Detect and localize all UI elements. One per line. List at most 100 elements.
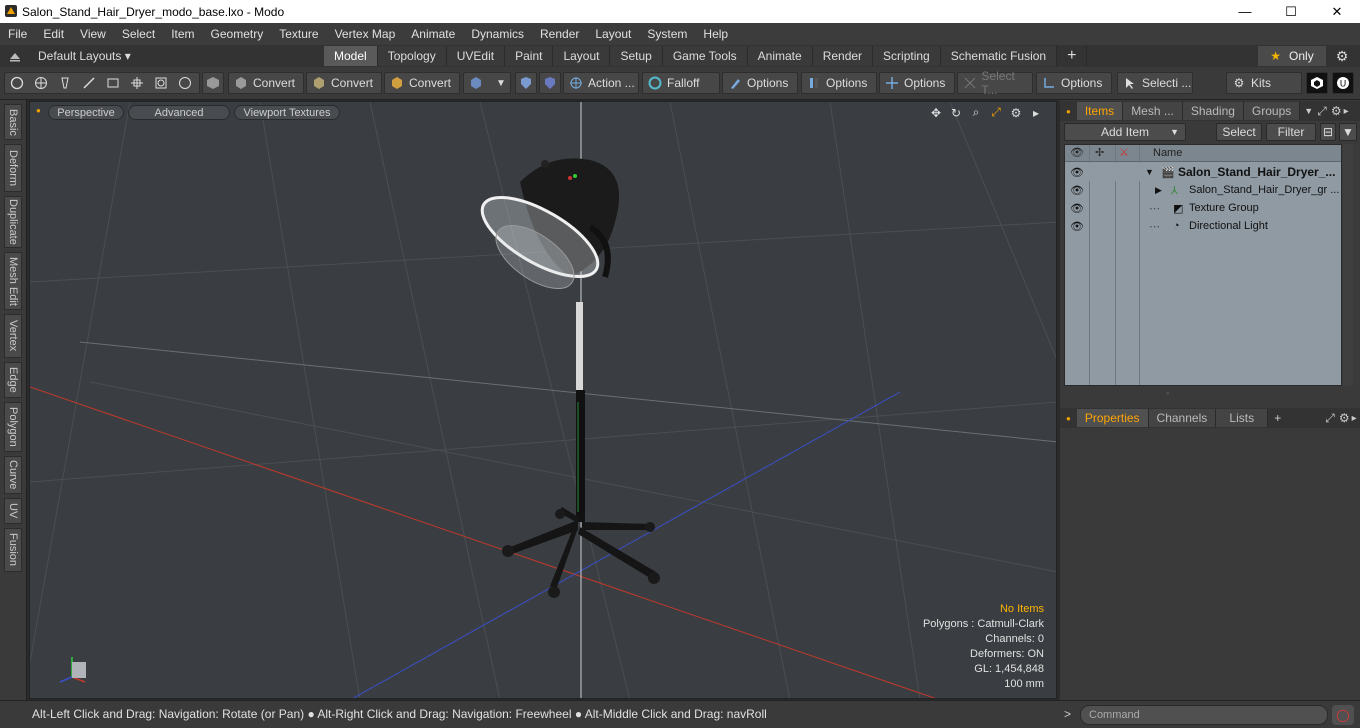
menu-render[interactable]: Render — [532, 27, 587, 41]
tab-render[interactable]: Render — [812, 46, 874, 66]
resize-handle-icon[interactable]: ◦ — [1166, 388, 1169, 398]
mesh-dropdown-button[interactable]: ▼ — [463, 72, 511, 94]
tab-setup[interactable]: Setup — [610, 46, 663, 66]
maximize-button[interactable]: ☐ — [1268, 0, 1314, 23]
tree-row[interactable]: 👁 ▼ 🎬 Salon_Stand_Hair_Dryer_... — [1065, 163, 1341, 181]
panel-menu-dot-icon[interactable]: ● — [1066, 107, 1071, 116]
tab-groups[interactable]: Groups — [1243, 102, 1301, 120]
add-tab-button[interactable]: + — [1057, 46, 1088, 66]
pivot-mode-icon[interactable] — [177, 75, 193, 91]
unity-button[interactable] — [1306, 72, 1328, 94]
tab-curve[interactable]: Curve — [4, 456, 22, 494]
filter-button[interactable]: Filter — [1266, 123, 1316, 141]
convert-button-3[interactable]: Convert — [384, 72, 460, 94]
tab-animate[interactable]: Animate — [747, 46, 813, 66]
panel-expand-icon[interactable]: ⤢ — [1317, 104, 1327, 119]
3d-viewport[interactable]: ● Perspective Advanced Viewport Textures… — [29, 101, 1057, 699]
tab-vertex[interactable]: Vertex — [4, 314, 22, 358]
tab-channels[interactable]: Channels — [1148, 409, 1217, 427]
collapse-icon[interactable]: ⊟ — [1320, 123, 1336, 141]
stop-icon[interactable]: ◯ — [1332, 705, 1354, 725]
select-through-button[interactable]: Select T... — [957, 69, 1033, 97]
menu-edit[interactable]: Edit — [35, 27, 72, 41]
globe-icon[interactable] — [33, 75, 49, 91]
zoom-icon[interactable]: ⌕ — [968, 105, 984, 120]
command-input[interactable]: Command — [1080, 705, 1328, 725]
tab-fusion[interactable]: Fusion — [4, 528, 22, 572]
viewport-settings-gear-icon[interactable]: ⚙ — [1008, 105, 1024, 120]
menu-layout[interactable]: Layout — [587, 27, 639, 41]
tab-uvedit[interactable]: UVEdit — [446, 46, 506, 66]
tab-lists[interactable]: Lists — [1216, 409, 1269, 427]
layouts-dropdown[interactable]: Default Layouts ▾ — [38, 49, 318, 63]
viewport-menu-dot-icon[interactable]: ● — [36, 106, 41, 115]
unreal-button[interactable]: U — [1332, 72, 1354, 94]
viewport-textures-button[interactable]: Viewport Textures — [234, 105, 340, 120]
menu-file[interactable]: File — [0, 27, 35, 41]
layout-toggle-icon[interactable] — [8, 50, 22, 62]
action-center-button[interactable]: Action ... — [563, 72, 639, 94]
selection-sets-button[interactable]: Selecti ... — [1117, 72, 1193, 94]
select-button[interactable]: Select — [1216, 123, 1262, 141]
menu-texture[interactable]: Texture — [271, 27, 326, 41]
eye-icon[interactable]: 👁 — [1069, 202, 1085, 215]
tab-topology[interactable]: Topology — [377, 46, 447, 66]
items-scrollbar[interactable] — [1343, 144, 1353, 386]
eye-icon[interactable]: 👁 — [1069, 220, 1085, 233]
tab-scripting[interactable]: Scripting — [873, 46, 941, 66]
tree-row[interactable]: 👁 ⋯ ◔ Directional Light — [1065, 217, 1341, 235]
only-button[interactable]: ★ Only — [1258, 46, 1326, 66]
tab-model[interactable]: Model — [324, 46, 378, 66]
tab-game-tools[interactable]: Game Tools — [662, 46, 748, 66]
add-tab-button[interactable]: + — [1274, 411, 1281, 425]
expand-down-icon[interactable]: ▼ — [1145, 167, 1154, 177]
snapping-button[interactable] — [539, 72, 561, 94]
tab-edge[interactable]: Edge — [4, 362, 22, 398]
tab-layout[interactable]: Layout — [553, 46, 611, 66]
hair-dryer-model[interactable] — [471, 158, 660, 598]
polygon-mode-icon[interactable] — [105, 75, 121, 91]
close-button[interactable]: ✕ — [1314, 0, 1360, 23]
menu-system[interactable]: System — [639, 27, 695, 41]
symmetry-button[interactable] — [515, 72, 537, 94]
panel-arrow-icon[interactable]: ▸ — [1344, 106, 1349, 117]
maximize-viewport-icon[interactable]: ⤢ — [988, 105, 1004, 120]
menu-view[interactable]: View — [72, 27, 114, 41]
panel-arrow-icon[interactable]: ▸ — [1352, 413, 1357, 424]
eye-icon[interactable]: 👁 — [1069, 166, 1085, 179]
advanced-button[interactable]: Advanced — [128, 105, 230, 120]
tab-schematic-fusion[interactable]: Schematic Fusion — [940, 46, 1058, 66]
vertex-mode-icon[interactable] — [57, 75, 73, 91]
expand-right-icon[interactable]: ▶ — [1155, 185, 1162, 196]
minimize-button[interactable]: — — [1222, 0, 1268, 23]
tab-basic[interactable]: Basic — [4, 104, 22, 140]
viewport-menu-arrow-icon[interactable]: ▸ — [1028, 105, 1044, 120]
gear-icon[interactable]: ⚙ — [1332, 47, 1352, 65]
convert-button-2[interactable]: Convert — [306, 72, 382, 94]
panel-gear-icon[interactable]: ⚙ — [1331, 104, 1342, 118]
panel-gear-icon[interactable]: ⚙ — [1339, 411, 1350, 425]
perspective-button[interactable]: Perspective — [48, 105, 124, 120]
falloff-options-button[interactable]: Options — [722, 72, 798, 94]
convert-button-1[interactable]: Convert — [228, 72, 304, 94]
eye-icon[interactable]: 👁 — [1069, 184, 1085, 197]
edge-mode-icon[interactable] — [81, 75, 97, 91]
tab-paint[interactable]: Paint — [505, 46, 554, 66]
tab-mesh[interactable]: Mesh ... — [1123, 102, 1183, 120]
menu-vertex-map[interactable]: Vertex Map — [327, 27, 404, 41]
tab-properties[interactable]: Properties — [1076, 409, 1149, 427]
work-options-button[interactable]: Options — [1036, 72, 1112, 94]
tab-mesh-edit[interactable]: Mesh Edit — [4, 252, 22, 310]
falloff-button[interactable]: Falloff — [642, 72, 720, 94]
menu-animate[interactable]: Animate — [403, 27, 463, 41]
menu-select[interactable]: Select — [114, 27, 163, 41]
tab-polygon[interactable]: Polygon — [4, 402, 22, 452]
name-column-header[interactable]: Name — [1153, 147, 1182, 159]
tab-shading[interactable]: Shading — [1182, 102, 1244, 120]
menu-help[interactable]: Help — [695, 27, 736, 41]
panel-expand-icon[interactable]: ⤢ — [1325, 411, 1335, 426]
tab-items[interactable]: Items — [1076, 102, 1124, 120]
workplane-options-button[interactable]: Options — [879, 72, 955, 94]
material-mode-icon[interactable] — [153, 75, 169, 91]
tabs-overflow-icon[interactable]: ▼ — [1304, 106, 1313, 116]
